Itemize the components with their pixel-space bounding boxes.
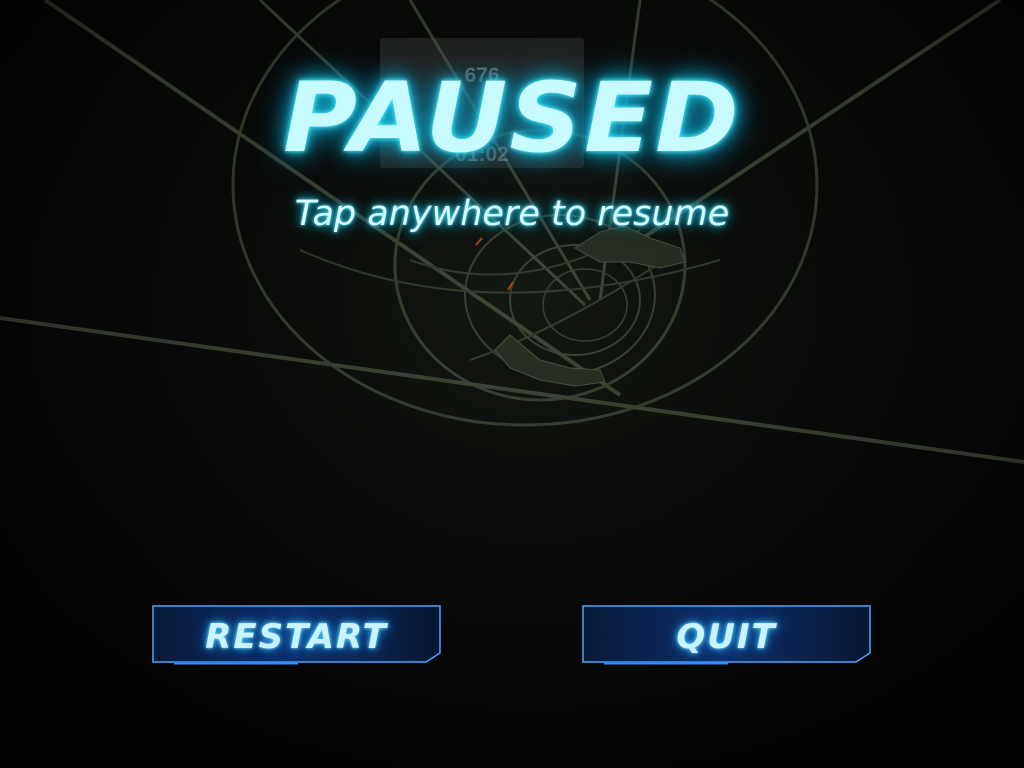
quit-button[interactable]: QUIT xyxy=(582,605,871,671)
paused-title: PAUSED xyxy=(283,62,741,174)
resume-hint: Tap anywhere to resume xyxy=(294,194,730,234)
game-screen[interactable]: 676 01:02 PAUSED Tap anywhere to resume … xyxy=(0,0,1024,768)
restart-button[interactable]: RESTART xyxy=(152,605,441,671)
restart-button-label: RESTART xyxy=(205,617,388,657)
quit-button-label: QUIT xyxy=(676,617,777,657)
